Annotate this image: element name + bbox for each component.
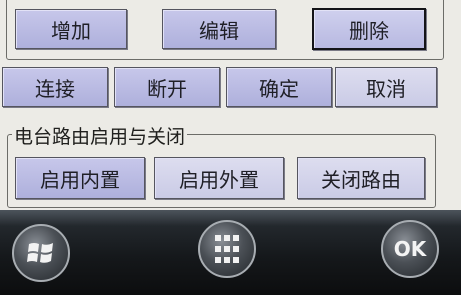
app-screen: 增加 编辑 删除 连接 断开 确定 取消 电台路由启用与关闭 启用内置 启用外置…: [0, 0, 461, 210]
windows-start-icon[interactable]: [12, 224, 70, 282]
disconnect-button[interactable]: 断开: [114, 67, 220, 107]
close-router-button[interactable]: 关闭路由: [297, 157, 425, 199]
confirm-button[interactable]: 确定: [226, 67, 332, 107]
add-button[interactable]: 增加: [15, 9, 127, 49]
cancel-button[interactable]: 取消: [335, 67, 437, 107]
enable-internal-button[interactable]: 启用内置: [15, 157, 145, 199]
delete-button[interactable]: 删除: [312, 8, 426, 50]
apps-grid-icon[interactable]: [198, 220, 256, 278]
edit-button[interactable]: 编辑: [162, 9, 276, 49]
ok-icon[interactable]: OK: [381, 220, 439, 278]
router-group-title: 电台路由启用与关闭: [12, 122, 188, 149]
enable-external-button[interactable]: 启用外置: [154, 157, 284, 199]
grid-icon: [215, 235, 239, 263]
connect-button[interactable]: 连接: [2, 67, 108, 107]
windows-logo-icon: [27, 243, 53, 263]
taskbar: OK: [0, 210, 461, 295]
ok-label: OK: [393, 237, 427, 261]
